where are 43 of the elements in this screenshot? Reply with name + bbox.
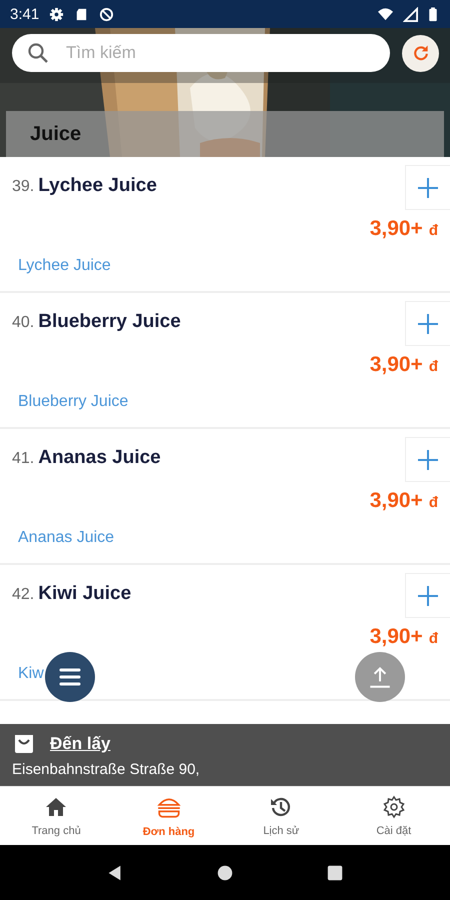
settings-icon — [382, 795, 406, 819]
plus-icon — [416, 584, 440, 608]
product-number: 39. — [12, 178, 34, 196]
product-price: 3,90+ đ — [370, 489, 438, 513]
product-price: 3,90+ đ — [370, 217, 438, 241]
product-number: 41. — [12, 450, 34, 468]
order-toast[interactable]: Đến lấy Eisenbahnstraße Straße 90, — [0, 724, 450, 786]
product-name: Lychee Juice — [38, 175, 157, 197]
add-button[interactable] — [405, 301, 450, 346]
recents-icon[interactable] — [326, 864, 344, 882]
product-name: Ananas Juice — [38, 447, 161, 469]
add-button[interactable] — [405, 573, 450, 618]
product-description: Blueberry Juice — [18, 393, 128, 411]
category-title: Juice — [30, 122, 82, 146]
plus-icon — [416, 448, 440, 472]
product-description: Ananas Juice — [18, 529, 114, 547]
product-description: Kiw — [18, 665, 44, 683]
product-name: Blueberry Juice — [38, 311, 181, 333]
battery-icon — [428, 6, 438, 22]
wifi-icon — [378, 6, 393, 22]
product-price: 3,90+ đ — [370, 353, 438, 377]
product-number: 40. — [12, 314, 34, 332]
product-number: 42. — [12, 586, 34, 604]
product-name: Kiwi Juice — [38, 583, 132, 605]
product-description: Lychee Juice — [18, 257, 111, 275]
scroll-top-button[interactable] — [355, 652, 405, 702]
gear-icon — [49, 6, 64, 22]
signal-icon — [403, 6, 418, 22]
bag-icon — [12, 732, 36, 756]
order-address: Eisenbahnstraße Straße 90, — [12, 761, 200, 778]
search-icon — [26, 41, 50, 65]
home-icon[interactable] — [216, 864, 234, 882]
menu-button[interactable] — [45, 652, 95, 702]
order-mode-link[interactable]: Đến lấy — [50, 734, 110, 754]
blocked-icon — [99, 6, 114, 22]
home-icon — [44, 795, 68, 819]
product-price: 3,90+ đ — [370, 625, 438, 649]
add-button[interactable] — [405, 437, 450, 482]
search-field[interactable]: Tìm kiếm — [12, 34, 390, 72]
add-button[interactable] — [405, 165, 450, 210]
plus-icon — [416, 176, 440, 200]
plus-icon — [416, 312, 440, 336]
status-time: 3:41 — [10, 6, 40, 22]
